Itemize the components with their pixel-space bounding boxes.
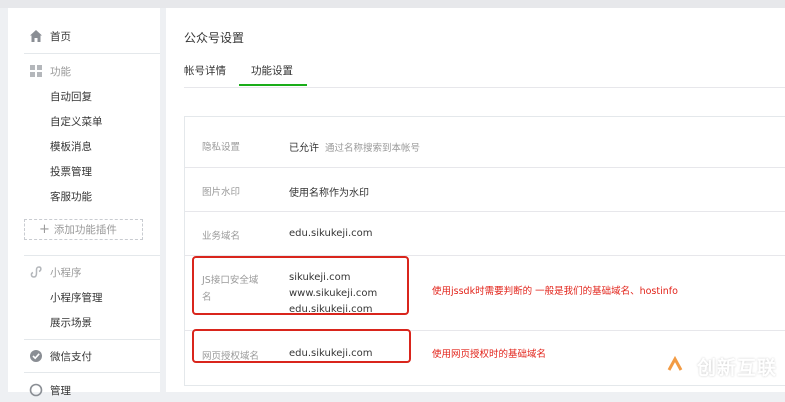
top-strip	[0, 0, 785, 8]
brand-watermark: 创新互联	[659, 350, 777, 382]
miniprogram-icon	[30, 266, 42, 278]
privacy-status: 已允许	[289, 143, 319, 154]
sidebar-divider	[24, 53, 160, 54]
sidebar: 首页 功能 自动回复 自定义菜单 模板消息 投票管理 客服功能 + 添加功能插件…	[8, 8, 160, 397]
add-plugin-button[interactable]: + 添加功能插件	[24, 219, 143, 240]
row-divider	[185, 167, 785, 168]
sidebar-category-features: 功能	[8, 59, 160, 83]
brand-logo-icon	[660, 351, 690, 381]
js-domain-highlight-box	[192, 256, 409, 315]
home-icon	[30, 30, 42, 42]
row-divider	[185, 211, 785, 212]
setting-value-watermark: 使用名称作为水印	[289, 188, 369, 199]
sidebar-item-wechat-pay[interactable]: 微信支付	[8, 344, 160, 368]
sidebar-item-home[interactable]: 首页	[8, 24, 160, 48]
oauth-domain-highlight-box	[192, 329, 411, 363]
sidebar-item-custom-menu[interactable]: 自定义菜单	[50, 114, 103, 129]
sidebar-item-miniprogram-management[interactable]: 小程序管理	[50, 290, 103, 305]
setting-label-business-domain: 业务域名	[202, 231, 241, 242]
setting-value-business-domain: edu.sikukeji.com	[289, 228, 373, 239]
setting-label-privacy: 隐私设置	[202, 142, 241, 153]
tabs-divider	[184, 87, 785, 88]
main-panel: 公众号设置 帐号详情 功能设置 隐私设置 已允许 通过名称搜索到本帐号 图片水印 …	[166, 8, 785, 392]
tab-account-details[interactable]: 帐号详情	[184, 63, 226, 78]
sidebar-item-label: 微信支付	[50, 350, 92, 363]
add-plugin-label: 添加功能插件	[53, 224, 117, 236]
brand-name: 创新互联	[696, 356, 777, 379]
grid-icon	[30, 65, 42, 77]
setting-label-watermark: 图片水印	[202, 187, 241, 198]
wechat-pay-icon	[30, 350, 42, 362]
page-title: 公众号设置	[184, 31, 245, 45]
sidebar-item-label: 首页	[50, 30, 71, 43]
sidebar-divider	[24, 372, 160, 373]
sidebar-category-miniprogram: 小程序	[8, 260, 160, 284]
plus-icon: +	[39, 222, 50, 237]
sidebar-item-customer-service[interactable]: 客服功能	[50, 189, 92, 204]
sidebar-divider	[24, 339, 160, 340]
privacy-note: 通过名称搜索到本帐号	[325, 143, 421, 154]
sidebar-category-label: 功能	[50, 65, 71, 78]
sidebar-item-label: 管理	[50, 384, 71, 397]
sidebar-category-label: 小程序	[50, 266, 82, 279]
js-domain-annotation: 使用jssdk时需要判断的 一般是我们的基础域名、hostinfo	[432, 286, 678, 297]
sidebar-item-manage[interactable]: 管理	[8, 378, 160, 402]
sidebar-item-auto-reply[interactable]: 自动回复	[50, 89, 92, 104]
setting-value-privacy: 已允许 通过名称搜索到本帐号	[289, 139, 420, 154]
sidebar-item-display-scenes[interactable]: 展示场景	[50, 315, 92, 330]
sidebar-item-template-message[interactable]: 模板消息	[50, 139, 92, 154]
manage-icon	[29, 383, 43, 397]
active-tab-indicator	[239, 84, 307, 86]
oauth-domain-annotation: 使用网页授权时的基础域名	[432, 349, 547, 360]
sidebar-item-vote-management[interactable]: 投票管理	[50, 164, 92, 179]
sidebar-divider	[24, 255, 160, 256]
tab-feature-settings[interactable]: 功能设置	[251, 63, 293, 78]
